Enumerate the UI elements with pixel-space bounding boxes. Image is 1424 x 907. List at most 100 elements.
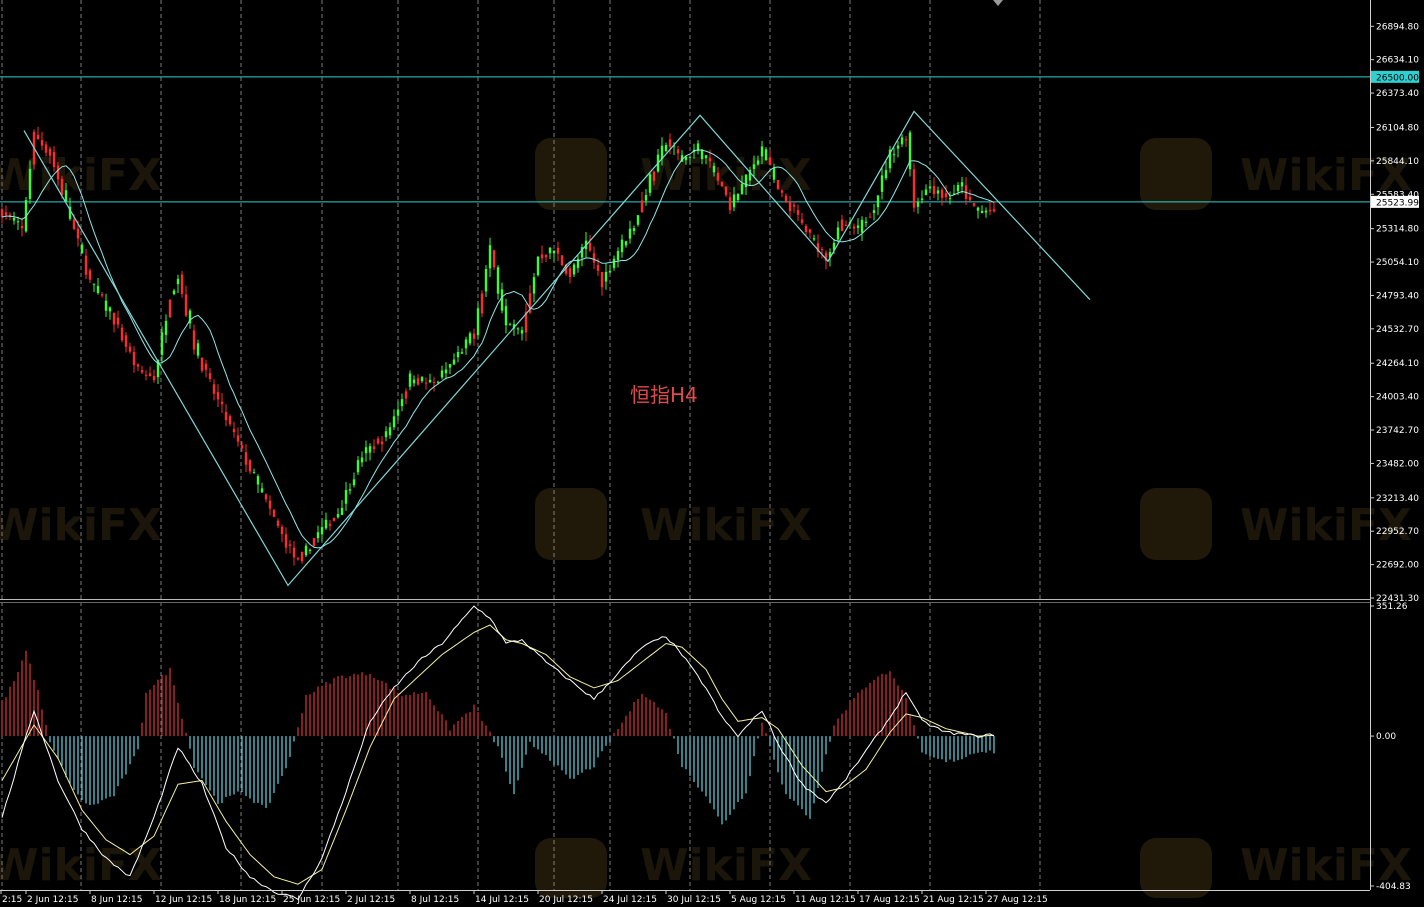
candle-body: [260, 488, 264, 493]
price-tick-label: 23482.00: [1376, 459, 1419, 469]
candle-body: [728, 197, 732, 211]
candle-body: [520, 330, 524, 334]
candle-body: [992, 209, 996, 212]
price-tick-label: 23213.40: [1376, 494, 1419, 504]
candle-body: [928, 186, 932, 189]
time-tick-label: 2 Jun 12:15: [27, 895, 78, 905]
price-tag-label: 26500.00: [1376, 73, 1419, 83]
candle-body: [840, 219, 844, 231]
candle-body: [144, 374, 148, 376]
candle-body: [472, 333, 476, 339]
candle-body: [380, 441, 384, 445]
candle-body: [560, 255, 564, 266]
candle-body: [132, 351, 136, 366]
candle-body: [904, 139, 908, 141]
candle-body: [160, 332, 164, 355]
candle-body: [760, 146, 764, 157]
candle-body: [388, 427, 392, 436]
candle-body: [376, 438, 380, 444]
candle-body: [640, 200, 644, 213]
candle-body: [500, 289, 504, 311]
candle-body: [312, 538, 316, 546]
candle-body: [568, 268, 572, 277]
candle-body: [316, 532, 320, 539]
candle-body: [404, 391, 408, 399]
candle-body: [784, 195, 788, 203]
candle-body: [664, 144, 668, 152]
candle-body: [872, 210, 876, 213]
candle-body: [460, 352, 464, 354]
price-tick-label: 25054.10: [1376, 258, 1419, 268]
candle-body: [308, 549, 312, 551]
candle-body: [596, 265, 600, 271]
price-tick-label: 24532.70: [1376, 325, 1419, 335]
candle-body: [120, 327, 124, 341]
candle-body: [72, 219, 76, 230]
price-tick-label: 25844.10: [1376, 157, 1419, 167]
candle-body: [20, 225, 24, 229]
candle-body: [292, 547, 296, 558]
price-tick-label: 25314.80: [1376, 225, 1419, 235]
candle-body: [124, 335, 128, 347]
candle-body: [48, 148, 52, 156]
price-tick-label: 26634.10: [1376, 56, 1419, 66]
candle-body: [368, 446, 372, 453]
candle-body: [244, 452, 248, 465]
candle-body: [284, 534, 288, 548]
candle-body: [56, 165, 60, 180]
candle-body: [128, 346, 132, 352]
candle-body: [912, 169, 916, 208]
candle-body: [52, 151, 56, 167]
time-tick-label: 8 Jun 12:15: [91, 895, 142, 905]
candle-body: [844, 224, 848, 227]
candle-body: [716, 172, 720, 181]
candle-body: [968, 196, 972, 201]
candle-body: [988, 209, 992, 212]
candle-body: [272, 509, 276, 517]
candle-body: [860, 219, 864, 233]
candle-body: [960, 182, 964, 187]
time-tick-label: 17 Aug 12:15: [859, 895, 920, 905]
candle-body: [808, 229, 812, 233]
time-tick-label: 30 Jul 12:15: [667, 895, 721, 905]
candle-body: [668, 139, 672, 147]
candle-body: [140, 370, 144, 373]
candle-body: [300, 552, 304, 562]
candle-body: [900, 137, 904, 145]
candle-body: [220, 401, 224, 405]
indicator-tick-label: 0.00: [1376, 732, 1396, 742]
candle-body: [820, 248, 824, 250]
svg-text:WikiFX: WikiFX: [640, 840, 812, 891]
candle-body: [332, 517, 336, 521]
candle-body: [268, 500, 272, 509]
candle-body: [216, 392, 220, 400]
candle-body: [548, 247, 552, 254]
candle-body: [612, 258, 616, 268]
watermark-logo-icon: WikiFX: [1140, 838, 1412, 898]
candle-body: [896, 145, 900, 149]
candle-body: [884, 170, 888, 179]
time-tick-label: 12 Jun 12:15: [155, 895, 212, 905]
candle-body: [420, 377, 424, 382]
candle-body: [588, 243, 592, 251]
candle-body: [296, 558, 300, 560]
candle-body: [200, 357, 204, 371]
candle-body: [732, 194, 736, 208]
candle-body: [428, 379, 432, 383]
candle-body: [756, 160, 760, 165]
candle-body: [676, 149, 680, 154]
candle-body: [624, 241, 628, 246]
candle-body: [452, 359, 456, 365]
candle-body: [440, 370, 444, 378]
candle-body: [148, 373, 152, 377]
candle-body: [800, 219, 804, 224]
candle-body: [972, 203, 976, 206]
candle-body: [516, 328, 520, 330]
candle-body: [864, 221, 868, 223]
candle-body: [408, 373, 412, 387]
candle-body: [64, 190, 68, 202]
candle-body: [976, 207, 980, 211]
candle-body: [60, 178, 64, 195]
candle-body: [360, 457, 364, 463]
price-tick-label: 23742.70: [1376, 426, 1419, 436]
